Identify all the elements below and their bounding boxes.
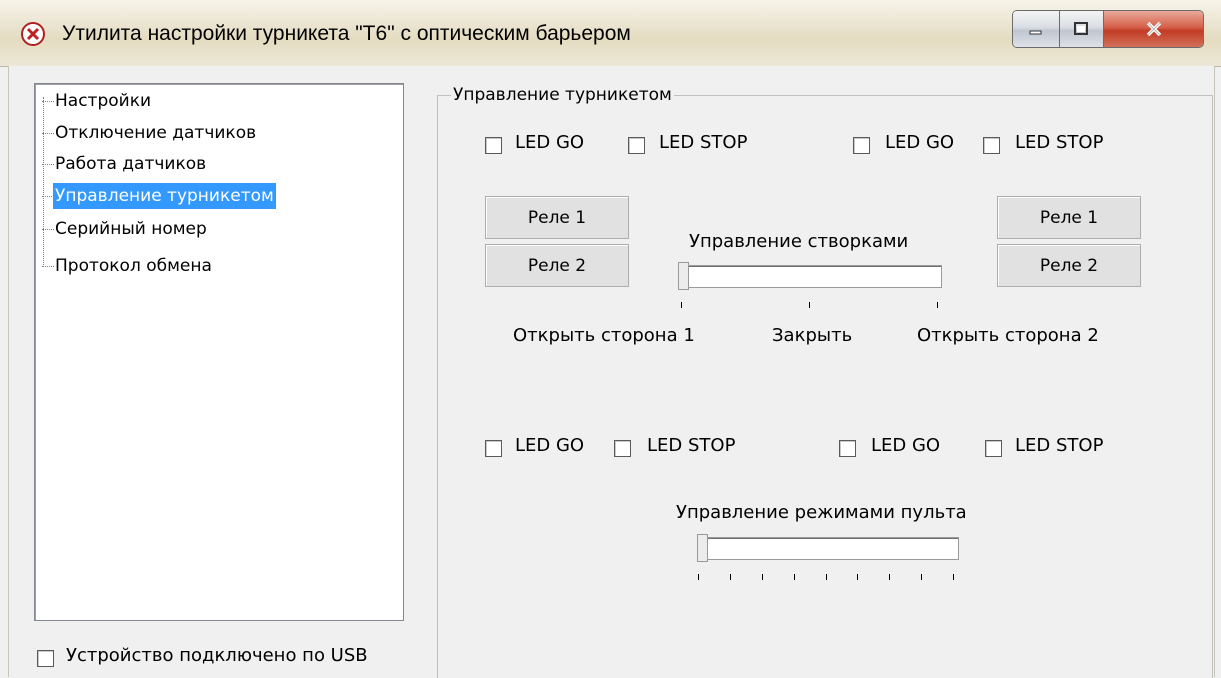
position-open-side-1: Открыть сторона 1	[513, 325, 695, 346]
tree-connector	[43, 97, 44, 267]
led-go-checkbox-2[interactable]	[853, 137, 870, 154]
door-control-slider[interactable]	[682, 265, 942, 288]
led-stop-checkbox-2[interactable]	[983, 137, 1000, 154]
tree-item-exchange-protocol[interactable]: Протокол обмена	[55, 253, 212, 279]
tree-branch	[42, 101, 54, 102]
window-controls	[1012, 10, 1204, 48]
led-stop-checkbox-4[interactable]	[985, 440, 1002, 457]
usb-checkbox-label: Устройство подключено по USB	[66, 645, 368, 666]
tree-branch	[42, 133, 54, 134]
led-stop-label-3: LED STOP	[647, 435, 736, 456]
close-icon	[1146, 21, 1161, 37]
app-icon	[21, 22, 45, 46]
relay-2-right-button[interactable]: Реле 2	[997, 244, 1141, 287]
door-control-title: Управление створками	[689, 231, 909, 252]
group-title: Управление турникетом	[451, 85, 674, 105]
close-button[interactable]	[1104, 11, 1203, 47]
tree-branch	[42, 266, 54, 267]
led-go-label-4: LED GO	[871, 435, 941, 456]
remote-slider-tick	[889, 574, 891, 580]
door-slider-tick	[681, 302, 682, 308]
remote-slider-tick	[793, 574, 795, 580]
led-go-checkbox-3[interactable]	[485, 440, 502, 457]
minimize-button[interactable]	[1013, 11, 1060, 47]
door-slider-thumb[interactable]	[678, 262, 689, 290]
led-go-label-3: LED GO	[515, 435, 585, 456]
remote-slider-tick	[921, 574, 923, 580]
tree-item-serial-number[interactable]: Серийный номер	[55, 216, 207, 242]
remote-slider-tick	[825, 574, 827, 580]
led-go-label-1: LED GO	[515, 132, 585, 153]
tree-item-settings[interactable]: Настройки	[55, 88, 151, 114]
tree-branch	[42, 229, 54, 230]
maximize-button[interactable]	[1059, 11, 1105, 47]
remote-slider-thumb[interactable]	[697, 534, 708, 562]
turnstile-control-group	[437, 95, 1213, 678]
led-stop-checkbox-3[interactable]	[614, 440, 631, 457]
minimize-icon	[1029, 30, 1042, 35]
remote-slider-tick	[698, 574, 699, 580]
relay-1-right-button[interactable]: Реле 1	[997, 196, 1141, 239]
position-open-side-2: Открыть сторона 2	[917, 325, 1099, 346]
remote-slider-tick	[953, 574, 954, 580]
door-slider-tick	[937, 302, 938, 308]
maximize-icon	[1074, 22, 1089, 35]
tree-item-sensor-work[interactable]: Работа датчиков	[55, 151, 206, 177]
tree-item-sensor-disable[interactable]: Отключение датчиков	[55, 120, 256, 146]
door-slider-tick	[809, 302, 810, 308]
led-stop-label-2: LED STOP	[1015, 132, 1104, 153]
led-stop-checkbox-1[interactable]	[628, 137, 645, 154]
relay-2-left-button[interactable]: Реле 2	[485, 244, 629, 287]
usb-checkbox[interactable]	[37, 650, 54, 667]
led-stop-label-4: LED STOP	[1015, 435, 1104, 456]
remote-slider-tick	[729, 574, 731, 580]
tree-item-turnstile-control[interactable]: Управление турникетом	[53, 183, 276, 209]
position-close: Закрыть	[772, 325, 853, 346]
tree-branch	[42, 164, 54, 165]
title-bar[interactable]: Утилита настройки турникета "Т6" с оптич…	[0, 0, 1221, 67]
remote-mode-title: Управление режимами пульта	[676, 502, 967, 523]
led-stop-label-1: LED STOP	[659, 132, 748, 153]
window-title: Утилита настройки турникета "Т6" с оптич…	[62, 22, 631, 45]
remote-slider-tick	[857, 574, 859, 580]
remote-mode-slider[interactable]	[701, 537, 959, 560]
relay-1-left-button[interactable]: Реле 1	[485, 196, 629, 239]
led-go-checkbox-1[interactable]	[485, 137, 502, 154]
led-go-checkbox-4[interactable]	[839, 440, 856, 457]
remote-slider-tick	[761, 574, 763, 580]
led-go-label-2: LED GO	[885, 132, 955, 153]
